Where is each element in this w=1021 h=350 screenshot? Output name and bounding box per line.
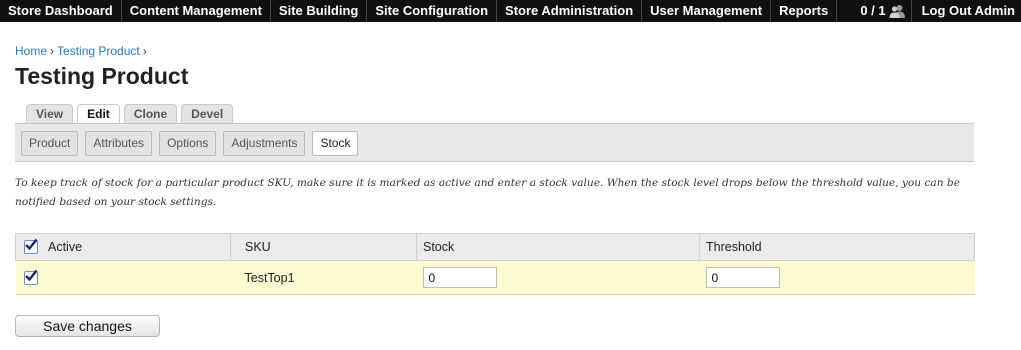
page-title: Testing Product <box>15 63 189 89</box>
menu-item-site-configuration[interactable]: Site Configuration <box>367 0 498 22</box>
row-sku: TestTop1 <box>230 260 417 295</box>
save-changes-button[interactable]: Save changes <box>15 315 160 337</box>
header-sku: SKU <box>230 233 417 261</box>
admin-menu-bar: Store Dashboard Content Management Site … <box>0 0 1021 22</box>
secondary-tabs-bar: Product Attributes Options Adjustments S… <box>15 123 974 162</box>
menu-item-content-management[interactable]: Content Management <box>122 0 271 22</box>
row-stock-cell <box>416 260 700 295</box>
header-threshold: Threshold <box>699 233 975 261</box>
breadcrumb: Home › Testing Product › <box>15 44 150 58</box>
header-active-label: Active <box>48 240 83 255</box>
subtab-adjustments[interactable]: Adjustments <box>223 131 306 156</box>
primary-tabs: View Edit Clone Devel <box>26 104 234 124</box>
subtab-options[interactable]: Options <box>159 131 217 156</box>
menu-item-reports[interactable]: Reports <box>771 0 838 22</box>
users-icon <box>889 4 905 18</box>
subtab-product[interactable]: Product <box>21 131 79 156</box>
stock-input[interactable] <box>422 267 497 288</box>
online-users-counter[interactable]: 0 / 1 <box>852 0 910 22</box>
checkmark-icon <box>25 239 38 251</box>
tab-edit[interactable]: Edit <box>77 104 120 124</box>
menu-item-store-dashboard[interactable]: Store Dashboard <box>0 0 122 22</box>
stock-description: To keep track of stock for a particular … <box>15 177 960 208</box>
logout-link[interactable]: Log Out Admin <box>910 0 1021 22</box>
header-active: Active <box>15 233 231 261</box>
checkmark-icon <box>24 269 37 282</box>
table-row: TestTop1 <box>15 260 975 295</box>
menu-item-site-building[interactable]: Site Building <box>271 0 368 22</box>
admin-menu: Store Dashboard Content Management Site … <box>0 0 838 22</box>
threshold-input[interactable] <box>705 267 780 288</box>
breadcrumb-separator: › <box>50 44 55 58</box>
breadcrumb-home[interactable]: Home <box>15 44 47 58</box>
header-stock: Stock <box>416 233 700 261</box>
breadcrumb-testing-product[interactable]: Testing Product <box>57 44 140 58</box>
table-header-row: Active SKU Stock Threshold <box>15 233 975 261</box>
row-active-checkbox[interactable] <box>23 269 38 285</box>
menu-item-user-management[interactable]: User Management <box>642 0 772 22</box>
stock-table: Active SKU Stock Threshold TestTop1 <box>15 233 975 295</box>
menu-item-store-administration[interactable]: Store Administration <box>497 0 643 22</box>
breadcrumb-separator: › <box>142 44 147 58</box>
online-users-count: 0 / 1 <box>860 3 886 18</box>
tab-clone[interactable]: Clone <box>123 104 178 123</box>
subtab-attributes[interactable]: Attributes <box>85 131 153 156</box>
secondary-tabs: Product Attributes Options Adjustments S… <box>21 131 359 156</box>
tab-devel[interactable]: Devel <box>181 104 234 123</box>
row-active-cell <box>15 260 231 295</box>
subtab-stock[interactable]: Stock <box>312 131 359 156</box>
row-threshold-cell <box>699 260 975 295</box>
select-all-checkbox[interactable] <box>24 239 38 255</box>
tab-view[interactable]: View <box>26 104 74 123</box>
admin-menu-right: 0 / 1 Log Out Admin <box>852 0 1021 22</box>
